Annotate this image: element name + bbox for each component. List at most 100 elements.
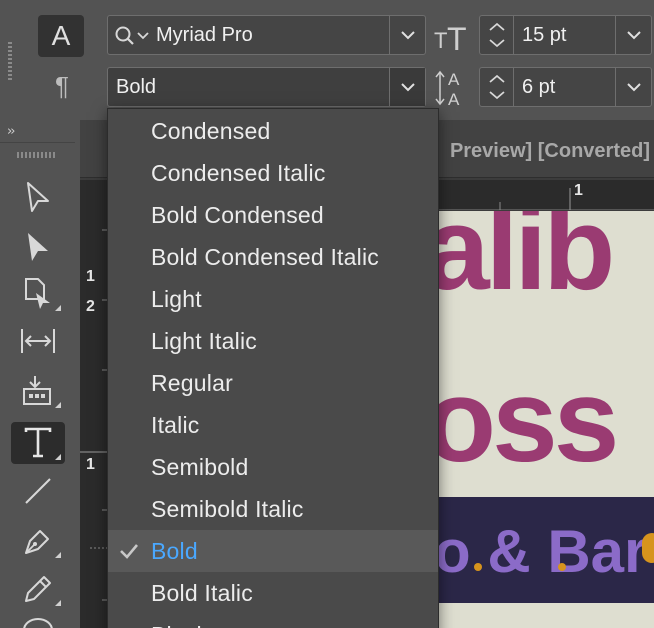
font-style-value: Bold xyxy=(116,76,157,98)
panel-divider xyxy=(0,142,75,143)
leading-stepper[interactable] xyxy=(480,68,514,106)
panel-grip[interactable] xyxy=(8,42,12,80)
ruler-number: 1 xyxy=(86,268,95,285)
menu-item-label: Black xyxy=(151,614,208,628)
menu-item-condensed-italic[interactable]: Condensed Italic xyxy=(108,152,438,194)
page-text-line-1[interactable]: alib xyxy=(430,211,615,317)
document-tab-title: Preview] [Converted] xyxy=(449,140,650,162)
type-tool[interactable] xyxy=(11,422,65,464)
tool-flyout-indicator xyxy=(55,600,61,606)
arrow-outline-icon xyxy=(27,182,49,212)
document-page[interactable]: alib oss o & Bar xyxy=(430,211,654,628)
menu-item-semibold[interactable]: Semibold xyxy=(108,446,438,488)
menu-item-light[interactable]: Light xyxy=(108,278,438,320)
menu-item-italic[interactable]: Italic xyxy=(108,404,438,446)
page-text-line-3[interactable]: o & Bar xyxy=(434,517,647,586)
tool-flyout-indicator xyxy=(55,552,61,558)
paragraph-formatting-button[interactable]: ¶ xyxy=(46,68,78,104)
menu-item-bold[interactable]: Bold xyxy=(108,530,438,572)
menu-item-label: Bold xyxy=(151,538,198,564)
ruler-number: 1 xyxy=(574,182,583,199)
stepper-arrows-icon xyxy=(489,74,505,100)
pencil-icon xyxy=(25,576,51,602)
stepper-arrows-icon xyxy=(489,22,505,48)
svg-text:A: A xyxy=(448,90,460,108)
content-collector-tool[interactable] xyxy=(11,370,65,412)
menu-item-label: Regular xyxy=(151,370,233,396)
font-style-dropdown-button[interactable] xyxy=(389,68,425,106)
tool-flyout-indicator xyxy=(55,454,61,460)
svg-text:A: A xyxy=(448,70,460,89)
menu-item-label: Condensed Italic xyxy=(151,160,326,186)
search-icon[interactable] xyxy=(114,25,154,47)
tool-flyout-indicator xyxy=(55,305,61,311)
menu-item-label: Light xyxy=(151,286,202,312)
menu-item-label: Condensed xyxy=(151,118,271,144)
menu-item-condensed[interactable]: Condensed xyxy=(108,110,438,152)
font-size-dropdown-button[interactable] xyxy=(615,16,651,54)
chevron-down-icon xyxy=(400,31,415,40)
gap-icon xyxy=(21,329,55,353)
font-size-stepper[interactable] xyxy=(480,16,514,54)
menu-item-label: Italic xyxy=(151,412,200,438)
menu-item-label: Bold Condensed Italic xyxy=(151,244,379,270)
menu-item-bold-condensed[interactable]: Bold Condensed xyxy=(108,194,438,236)
font-size-field[interactable]: 15 pt xyxy=(479,15,652,55)
character-mode-glyph: A xyxy=(51,20,71,51)
svg-text:T: T xyxy=(447,21,467,54)
leading-icon: A A xyxy=(435,70,460,108)
checkmark-icon xyxy=(120,544,138,559)
font-family-field[interactable]: Myriad Pro xyxy=(107,15,426,55)
font-size-icon: T T xyxy=(434,21,467,54)
collapse-panel-button[interactable]: ›› xyxy=(7,124,16,139)
content-collector-icon xyxy=(23,376,51,405)
menu-item-regular[interactable]: Regular xyxy=(108,362,438,404)
menu-item-label: Semibold Italic xyxy=(151,496,304,522)
svg-text:T: T xyxy=(434,28,447,53)
page-tool[interactable] xyxy=(11,273,65,315)
font-style-field[interactable]: Bold xyxy=(107,67,426,107)
page-text-line-2[interactable]: oss xyxy=(430,353,619,489)
menu-item-semibold-italic[interactable]: Semibold Italic xyxy=(108,488,438,530)
chevron-down-icon xyxy=(626,31,641,40)
tool-flyout-indicator xyxy=(55,402,61,408)
menu-item-light-italic[interactable]: Light Italic xyxy=(108,320,438,362)
font-style-menu: Condensed Condensed Italic Bold Condensed B… xyxy=(107,108,439,628)
character-formatting-button[interactable]: A xyxy=(38,15,84,57)
leading-value: 6 pt xyxy=(522,76,556,98)
page-orange-shape xyxy=(642,533,654,563)
pencil-tool[interactable] xyxy=(11,568,65,610)
line-icon xyxy=(25,478,51,504)
menu-item-label: Semibold xyxy=(151,454,249,480)
font-family-dropdown-button[interactable] xyxy=(389,16,425,54)
menu-item-label: Light Italic xyxy=(151,328,257,354)
font-family-value: Myriad Pro xyxy=(156,24,253,46)
leading-dropdown-button[interactable] xyxy=(615,68,651,106)
pen-tool[interactable] xyxy=(11,520,65,562)
selection-tool[interactable] xyxy=(11,176,65,218)
gap-tool[interactable] xyxy=(11,320,65,362)
type-icon xyxy=(24,427,52,458)
chevron-down-icon xyxy=(400,83,415,92)
leading-field[interactable]: 6 pt xyxy=(479,67,652,107)
line-tool[interactable] xyxy=(11,470,65,512)
vertical-ruler[interactable]: 1 2 1 xyxy=(80,180,110,628)
page-icon xyxy=(25,278,50,309)
paragraph-mode-glyph: ¶ xyxy=(55,70,69,101)
menu-item-black[interactable]: Black xyxy=(108,614,438,628)
menu-item-label: Bold Italic xyxy=(151,580,253,606)
arrow-filled-icon xyxy=(28,233,48,261)
ruler-ticks xyxy=(80,229,110,601)
ruler-number: 1 xyxy=(86,456,95,473)
ellipse-icon xyxy=(23,618,53,628)
page-dot xyxy=(474,563,482,571)
page-dot xyxy=(558,563,566,571)
rectangle-frame-tool[interactable] xyxy=(11,616,65,628)
font-size-value: 15 pt xyxy=(522,24,567,46)
direct-selection-tool[interactable] xyxy=(11,226,65,268)
menu-item-label: Bold Condensed xyxy=(151,202,324,228)
menu-item-bold-condensed-italic[interactable]: Bold Condensed Italic xyxy=(108,236,438,278)
panel-grip[interactable] xyxy=(17,152,57,158)
menu-item-bold-italic[interactable]: Bold Italic xyxy=(108,572,438,614)
chevron-down-icon xyxy=(626,83,641,92)
